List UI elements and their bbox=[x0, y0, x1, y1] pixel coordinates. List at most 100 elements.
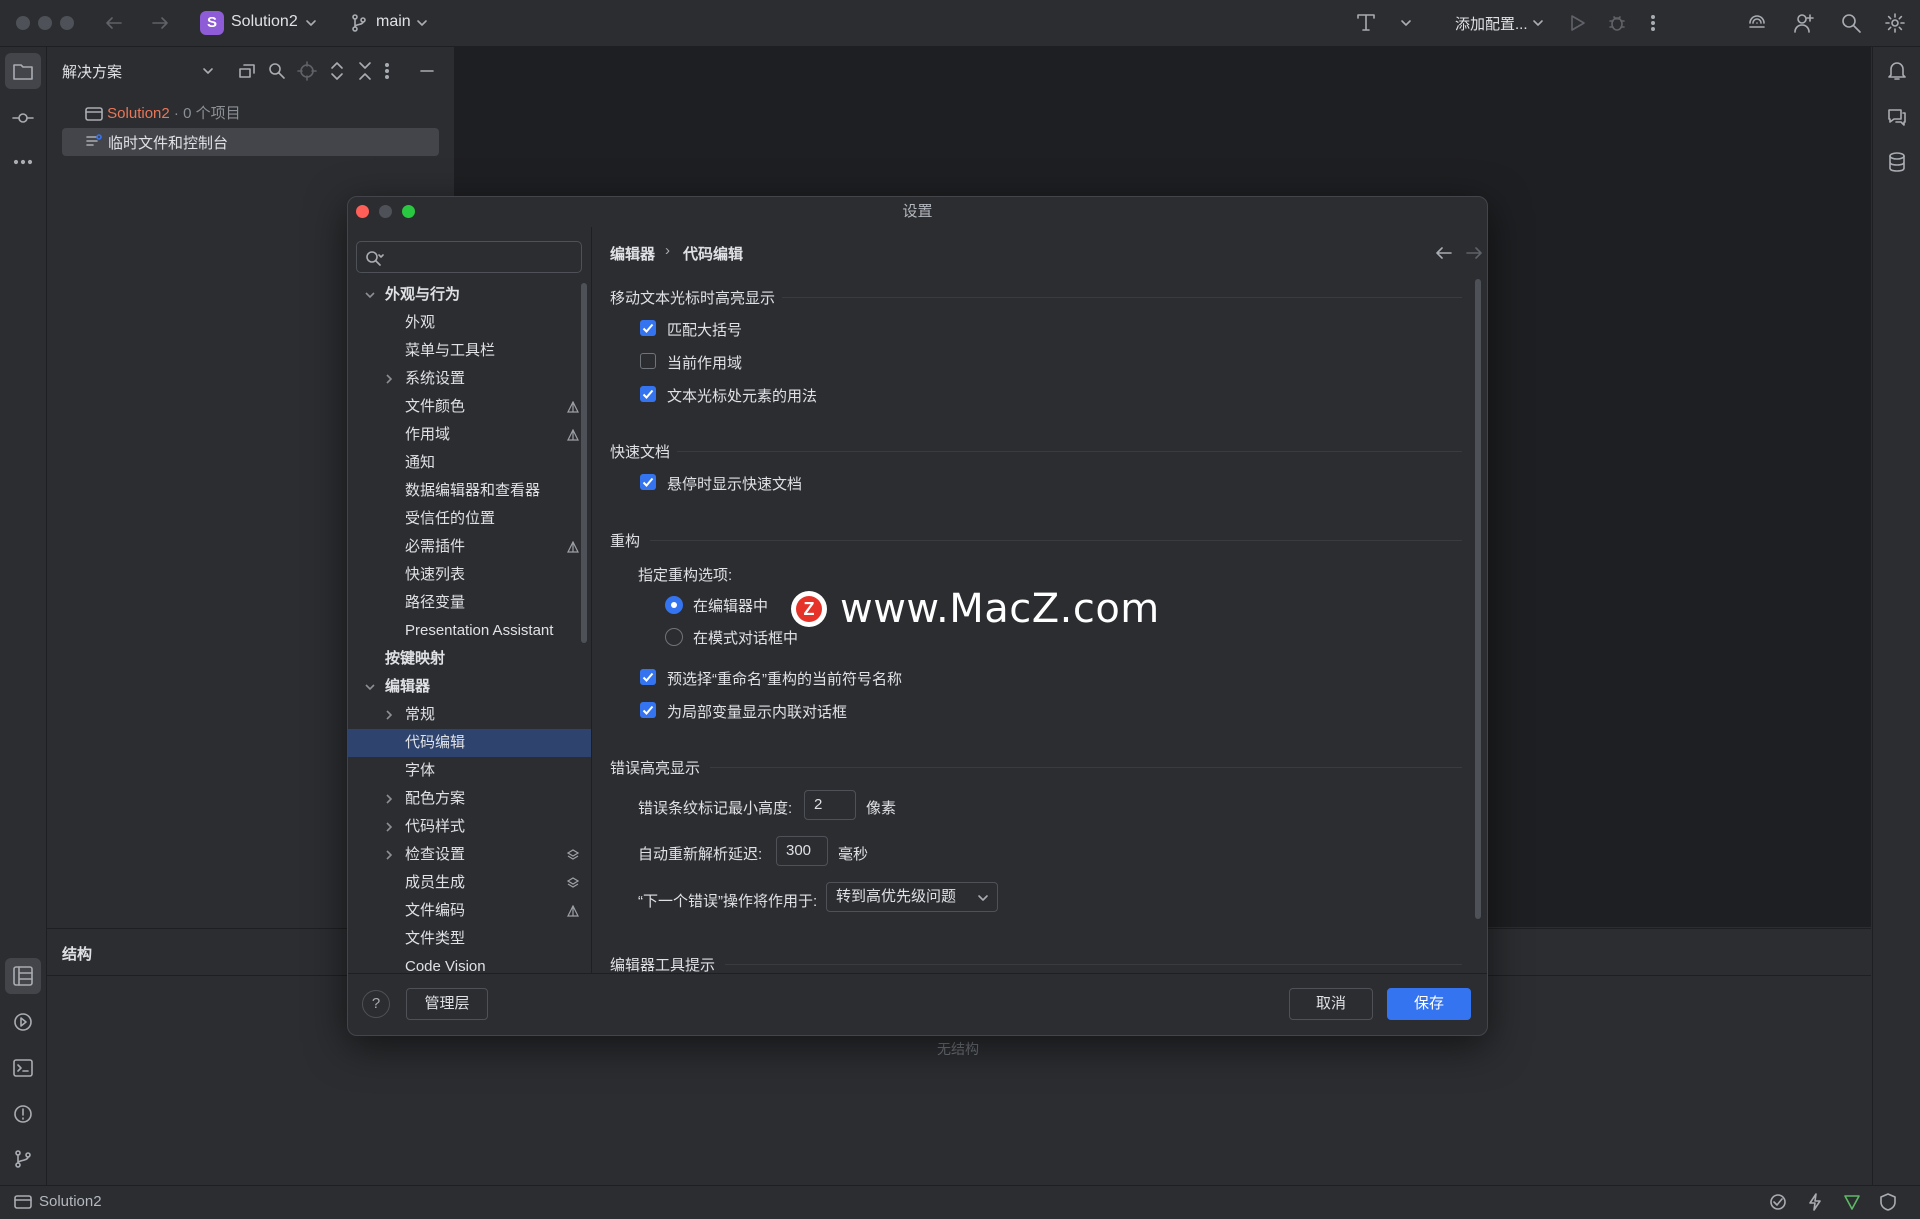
manage-layers-button[interactable]: 管理层 bbox=[406, 988, 488, 1020]
database-icon[interactable] bbox=[1886, 151, 1908, 173]
checkbox-usages-at-caret[interactable] bbox=[640, 386, 656, 402]
stripe-height-input[interactable]: 2 bbox=[804, 790, 856, 820]
settings-nav-item[interactable]: 外观与行为 bbox=[348, 281, 591, 309]
settings-nav-item[interactable]: 菜单与工具栏 bbox=[348, 337, 591, 365]
check-circle-icon[interactable] bbox=[1768, 1192, 1788, 1212]
status-project[interactable]: Solution2 bbox=[39, 1193, 102, 1210]
settings-nav-item[interactable]: 文件类型 bbox=[348, 925, 591, 953]
settings-nav-item[interactable]: 配色方案 bbox=[348, 785, 591, 813]
chevron-right-icon[interactable] bbox=[383, 709, 395, 721]
settings-search-box[interactable] bbox=[356, 241, 582, 273]
settings-nav-item[interactable]: Presentation Assistant bbox=[348, 617, 591, 645]
run-icon[interactable] bbox=[1568, 13, 1586, 33]
settings-nav-item[interactable]: 常规 bbox=[348, 701, 591, 729]
more-vertical-icon[interactable] bbox=[1649, 13, 1657, 33]
chevron-right-icon[interactable] bbox=[383, 373, 395, 385]
checkbox-inline-dialog[interactable] bbox=[640, 702, 656, 718]
ai-chat-icon[interactable] bbox=[1886, 105, 1908, 127]
radio-in-modal[interactable] bbox=[665, 628, 683, 646]
branch-icon[interactable] bbox=[350, 13, 368, 33]
search-icon[interactable] bbox=[1840, 12, 1862, 34]
settings-nav-item[interactable]: 按键映射 bbox=[348, 645, 591, 673]
debug-icon[interactable] bbox=[1607, 13, 1627, 33]
settings-nav-item[interactable]: 系统设置 bbox=[348, 365, 591, 393]
nav-scrollbar[interactable] bbox=[581, 283, 587, 643]
save-button[interactable]: 保存 bbox=[1387, 988, 1471, 1020]
settings-nav-item[interactable]: 编辑器 bbox=[348, 673, 591, 701]
checkbox-current-scope[interactable] bbox=[640, 353, 656, 369]
window-minimize-button[interactable] bbox=[38, 16, 52, 30]
collapse-all-icon[interactable] bbox=[355, 61, 375, 81]
settings-nav-item[interactable]: 通知 bbox=[348, 449, 591, 477]
checkbox-preselect-rename[interactable] bbox=[640, 669, 656, 685]
settings-nav-item[interactable]: 作用域 bbox=[348, 421, 591, 449]
window-zoom-button[interactable] bbox=[60, 16, 74, 30]
cancel-button[interactable]: 取消 bbox=[1289, 988, 1373, 1020]
chevron-down-icon[interactable] bbox=[305, 17, 317, 29]
chevron-right-icon[interactable] bbox=[383, 849, 395, 861]
settings-nav-item[interactable]: 数据编辑器和查看器 bbox=[348, 477, 591, 505]
back-arrow-icon[interactable] bbox=[1435, 245, 1453, 261]
sync-icon[interactable] bbox=[237, 61, 257, 81]
project-badge[interactable]: S bbox=[200, 11, 224, 35]
settings-nav-item[interactable]: 必需插件 bbox=[348, 533, 591, 561]
back-arrow-icon[interactable] bbox=[104, 14, 124, 32]
settings-nav-item[interactable]: 代码样式 bbox=[348, 813, 591, 841]
breadcrumb-parent[interactable]: 编辑器 bbox=[610, 243, 655, 264]
chevron-down-icon[interactable] bbox=[1532, 17, 1544, 29]
solution-node[interactable]: Solution2 · 0 个项目 bbox=[85, 102, 241, 124]
forward-arrow-icon[interactable] bbox=[150, 14, 170, 32]
settings-nav-item[interactable]: 外观 bbox=[348, 309, 591, 337]
checkbox-quickdoc-hover[interactable] bbox=[640, 474, 656, 490]
commit-icon[interactable] bbox=[12, 107, 34, 129]
settings-search-input[interactable] bbox=[391, 246, 575, 270]
run-config-selector[interactable]: 添加配置... bbox=[1455, 13, 1528, 34]
lightning-icon[interactable] bbox=[1805, 1192, 1825, 1212]
settings-nav-item[interactable]: 文件编码 bbox=[348, 897, 591, 925]
next-error-select[interactable]: 转到高优先级问题 bbox=[826, 882, 998, 912]
settings-nav-item[interactable]: 成员生成 bbox=[348, 869, 591, 897]
more-horizontal-icon[interactable] bbox=[12, 151, 34, 173]
window-close-button[interactable] bbox=[16, 16, 30, 30]
settings-nav-item[interactable]: 快速列表 bbox=[348, 561, 591, 589]
git-icon[interactable] bbox=[12, 1148, 34, 1170]
locate-icon[interactable] bbox=[297, 61, 317, 81]
radio-in-editor[interactable] bbox=[665, 596, 683, 614]
settings-nav-item[interactable]: 文件颜色 bbox=[348, 393, 591, 421]
forward-arrow-icon[interactable] bbox=[1465, 245, 1483, 261]
chevron-down-icon[interactable] bbox=[202, 65, 214, 77]
problems-icon[interactable] bbox=[12, 1103, 34, 1125]
chevron-down-icon[interactable] bbox=[1400, 17, 1412, 29]
reparse-delay-input[interactable]: 300 bbox=[776, 836, 828, 866]
settings-nav-item[interactable]: 路径变量 bbox=[348, 589, 591, 617]
text-format-icon[interactable] bbox=[1355, 11, 1377, 33]
checkbox-match-braces[interactable] bbox=[640, 320, 656, 336]
help-button[interactable]: ? bbox=[362, 990, 390, 1018]
notifications-icon[interactable] bbox=[1886, 59, 1908, 81]
ai-assistant-icon[interactable] bbox=[1746, 12, 1768, 34]
settings-nav-item[interactable]: 受信任的位置 bbox=[348, 505, 591, 533]
expand-all-icon[interactable] bbox=[327, 61, 347, 81]
settings-nav-item[interactable]: 检查设置 bbox=[348, 841, 591, 869]
more-vertical-icon[interactable] bbox=[383, 61, 391, 81]
search-icon[interactable] bbox=[267, 61, 287, 81]
terminal-icon[interactable] bbox=[12, 1057, 34, 1079]
content-scrollbar[interactable] bbox=[1475, 279, 1481, 919]
project-panel-title[interactable]: 解决方案 bbox=[62, 61, 122, 82]
settings-nav-item[interactable]: 代码编辑 bbox=[348, 729, 591, 757]
settings-nav-item[interactable]: Code Vision bbox=[348, 953, 591, 973]
shield-icon[interactable] bbox=[1878, 1192, 1898, 1212]
chevron-right-icon[interactable] bbox=[383, 821, 395, 833]
gear-icon[interactable] bbox=[1884, 12, 1906, 34]
settings-nav-item[interactable]: 字体 bbox=[348, 757, 591, 785]
project-name[interactable]: Solution2 bbox=[231, 13, 298, 31]
chevron-down-icon[interactable] bbox=[364, 289, 376, 301]
branch-name[interactable]: main bbox=[376, 13, 411, 31]
chevron-down-icon[interactable] bbox=[364, 681, 376, 693]
chevron-down-icon[interactable] bbox=[416, 17, 428, 29]
services-icon[interactable] bbox=[12, 1011, 34, 1033]
minimize-icon[interactable] bbox=[419, 61, 435, 81]
add-user-icon[interactable] bbox=[1793, 12, 1815, 34]
chevron-right-icon[interactable] bbox=[383, 793, 395, 805]
inspection-widget-icon[interactable] bbox=[1842, 1192, 1862, 1212]
